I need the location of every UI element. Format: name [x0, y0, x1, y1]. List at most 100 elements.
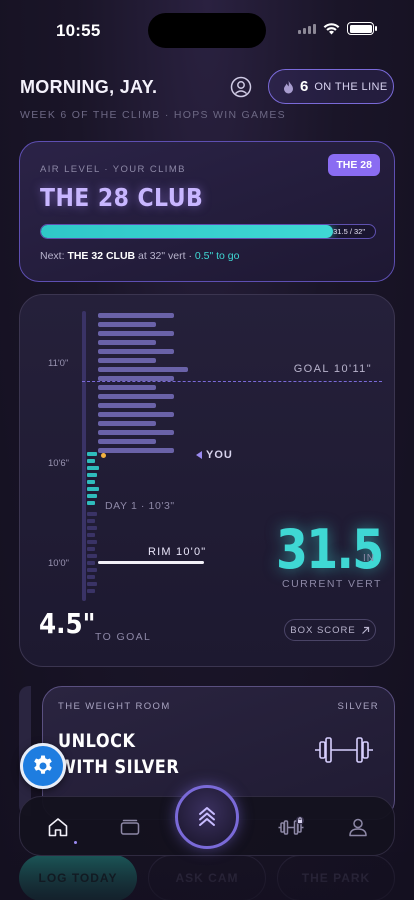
logged-jump-tick	[87, 459, 95, 463]
ytick-11ft: 11'0"	[48, 358, 69, 369]
you-arrow-icon	[196, 451, 202, 459]
greeting-title: MORNING, JAY.	[20, 77, 158, 97]
rim-label: RIM 10'0"	[148, 546, 207, 558]
streak-pill[interactable]: 6 ON THE LINE	[268, 69, 394, 104]
climb-ladder-card[interactable]: 11'0" 10'6" 10'0" GOAL 10'11" YOU DAY 1 …	[19, 294, 395, 667]
baseline-tick	[87, 512, 97, 516]
cards-icon	[120, 819, 140, 835]
baseline-tick	[87, 561, 95, 565]
dumbbell-locked-icon	[278, 816, 304, 835]
logged-jump-tick	[87, 473, 97, 477]
you-marker	[101, 453, 106, 458]
status-bar: 10:55	[0, 0, 414, 60]
to-goal-value: 4.5"	[39, 607, 96, 640]
baseline-tick	[87, 589, 95, 593]
level-title: THE 28 CLUB	[40, 183, 204, 212]
dynamic-island	[148, 13, 266, 48]
logged-jump-tick	[87, 501, 95, 505]
weight-room-title-line1: UNLOCK	[58, 730, 136, 752]
level-progress-bar: 31.5 / 32"	[40, 224, 376, 239]
ladder-rung	[98, 340, 156, 345]
tab-profile[interactable]	[338, 797, 378, 857]
current-vert-caption: CURRENT VERT	[282, 578, 382, 590]
ladder-rung	[98, 313, 174, 318]
to-goal-label: TO GOAL	[95, 631, 152, 643]
ladder-rung	[98, 385, 156, 390]
ladder-rung	[98, 448, 174, 453]
baseline-tick	[87, 526, 97, 530]
settings-fab[interactable]	[20, 743, 66, 789]
arrow-up-right-icon	[361, 626, 369, 634]
logged-jump-tick	[87, 466, 99, 470]
baseline-tick	[87, 582, 97, 586]
tab-cards[interactable]	[110, 797, 150, 857]
profile-icon	[230, 76, 252, 98]
home-icon	[48, 818, 68, 837]
gear-icon	[34, 755, 52, 774]
baseline-tick	[87, 575, 95, 579]
week-subline: WEEK 6 OF THE CLIMB · HOPS WIN GAMES	[20, 109, 286, 121]
profile-button[interactable]	[230, 76, 252, 98]
tab-home[interactable]	[38, 797, 78, 857]
wifi-icon	[323, 22, 340, 34]
ladder-rung	[98, 403, 156, 408]
next-level-name: THE 32 CLUB	[67, 250, 136, 262]
log-today-button[interactable]: LOG TODAY	[19, 855, 137, 900]
ladder-rung	[98, 394, 174, 399]
goal-line	[82, 381, 382, 382]
next-level-text: Next: THE 32 CLUB at 32" vert · 0.5" to …	[40, 250, 239, 262]
baseline-tick	[87, 533, 95, 537]
tab-weight-room[interactable]	[272, 797, 312, 857]
day1-label: DAY 1 · 10'3"	[105, 500, 175, 512]
weight-room-title-line2: WITH SILVER	[58, 756, 180, 778]
status-icons	[298, 22, 377, 35]
ladder-axis	[82, 311, 86, 601]
baseline-tick	[87, 568, 97, 572]
logged-jump-tick	[87, 487, 99, 491]
you-label: YOU	[196, 449, 233, 461]
ladder-rung	[98, 367, 188, 372]
current-vert-unit: IN	[363, 553, 375, 564]
hops-center-button[interactable]	[175, 785, 239, 849]
status-time: 10:55	[56, 21, 101, 40]
baseline-tick	[87, 540, 97, 544]
ladder-rung	[98, 322, 156, 327]
cellular-signal-icon	[298, 23, 316, 34]
flame-icon	[284, 80, 293, 93]
ladder-rung	[98, 349, 174, 354]
ytick-10ft6: 10'6"	[48, 458, 70, 469]
battery-icon	[347, 22, 377, 35]
streak-label: ON THE LINE	[314, 80, 388, 93]
ladder-rung	[98, 412, 174, 417]
air-level-card[interactable]: AIR LEVEL · YOUR CLIMB THE 28 THE 28 CLU…	[19, 141, 395, 282]
baseline-tick	[87, 547, 95, 551]
you-text: YOU	[206, 449, 233, 461]
rim-line	[98, 561, 204, 564]
logged-jump-tick	[87, 494, 97, 498]
logged-jump-tick	[87, 480, 95, 484]
ask-cam-button[interactable]: ASK CAM	[148, 855, 266, 900]
next-remaining: 0.5" to go	[194, 250, 240, 262]
dumbbell-icon	[315, 737, 373, 763]
the-park-button[interactable]: THE PARK	[277, 855, 395, 900]
streak-count: 6	[300, 78, 309, 95]
ytick-10ft: 10'0"	[48, 558, 70, 569]
quick-actions-row: LOG TODAY ASK CAM THE PARK	[0, 855, 414, 900]
ladder-rung	[98, 430, 174, 435]
active-tab-dot	[74, 841, 77, 844]
level-progress-text: 31.5 / 32"	[333, 227, 365, 236]
weight-room-tier: SILVER	[337, 701, 379, 712]
ladder-rung	[98, 331, 174, 336]
level-badge: THE 28	[328, 154, 380, 176]
weight-room-title: UNLOCK WITH SILVER	[58, 728, 179, 780]
next-mid: at 32" vert ·	[135, 250, 195, 262]
logged-jump-tick	[87, 452, 97, 456]
ladder-rung	[98, 421, 156, 426]
baseline-tick	[87, 554, 97, 558]
baseline-tick	[87, 519, 95, 523]
chevrons-up-icon	[199, 807, 215, 826]
ladder-rung	[98, 439, 156, 444]
level-progress-fill	[41, 225, 334, 238]
box-score-button[interactable]: BOX SCORE	[284, 619, 376, 641]
header: MORNING, JAY. 6 ON THE LINE WEEK 6 OF TH…	[20, 68, 394, 128]
